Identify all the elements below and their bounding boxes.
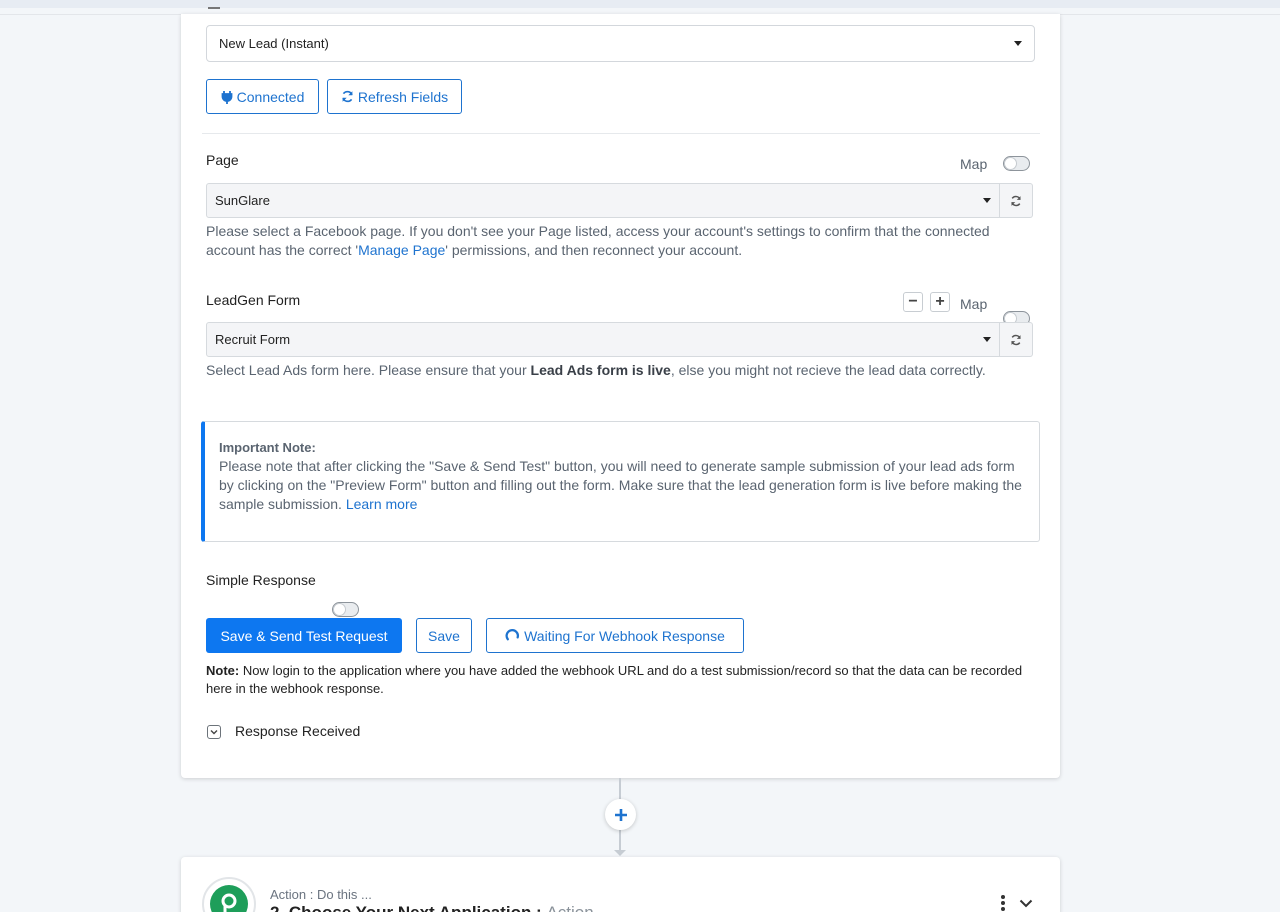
page-label: Page <box>206 152 239 168</box>
page-help-after: ' permissions, and then reconnect your a… <box>445 242 743 258</box>
clipped-label-fragment <box>208 1 220 9</box>
plus-icon: + <box>935 293 945 310</box>
page-map-toggle[interactable] <box>1003 156 1030 171</box>
app-logo <box>202 877 256 912</box>
important-note-content: Important Note: Please note that after c… <box>219 438 1031 514</box>
page-map-label: Map <box>960 156 988 172</box>
chevron-down-icon <box>983 198 991 203</box>
page-refresh-button[interactable] <box>1000 183 1033 218</box>
logo-mark-icon <box>221 893 237 912</box>
waiting-webhook-label: Waiting For Webhook Response <box>524 627 725 644</box>
leadgen-form-value: Recruit Form <box>215 332 291 347</box>
leadgen-help-after: , else you might not recieve the lead da… <box>670 362 986 378</box>
connected-button[interactable]: Connected <box>206 79 319 114</box>
flow-connector-top <box>619 778 621 799</box>
webhook-note-bold: Note: <box>206 663 240 678</box>
refresh-icon <box>342 90 353 103</box>
waiting-webhook-button[interactable]: Waiting For Webhook Response <box>486 618 744 653</box>
remove-field-button[interactable]: − <box>903 292 923 312</box>
add-step-button[interactable] <box>605 799 636 830</box>
leadgen-form-label: LeadGen Form <box>206 292 301 308</box>
simple-response-label: Simple Response <box>206 572 316 588</box>
next-step-title-muted: Action <box>546 903 593 912</box>
page-select-value: SunGlare <box>215 193 270 208</box>
manage-page-link[interactable]: Manage Page <box>358 242 445 258</box>
chevron-down-icon <box>1014 41 1022 46</box>
pabbly-logo-icon <box>210 885 248 912</box>
leadgen-help-bold: Lead Ads form is live <box>530 362 671 378</box>
refresh-icon <box>1011 195 1021 206</box>
leadgen-help-before: Select Lead Ads form here. Please ensure… <box>206 362 531 378</box>
leadgen-map-label: Map <box>960 296 988 312</box>
learn-more-link[interactable]: Learn more <box>346 496 418 512</box>
trigger-config-card: New Lead (Instant) Connected Refresh Fie… <box>181 7 1060 778</box>
plus-icon <box>614 808 627 821</box>
webhook-note-text: Now login to the application where you h… <box>206 663 1023 696</box>
leadgen-form-select[interactable]: Recruit Form <box>206 322 1000 357</box>
section-divider <box>202 133 1040 134</box>
next-step-title: 2. Choose Your Next Application : Action <box>270 903 594 912</box>
page-help-text: Please select a Facebook page. If you do… <box>206 222 996 260</box>
save-button[interactable]: Save <box>416 618 472 653</box>
chevron-down-icon[interactable] <box>1019 899 1033 908</box>
spinner-icon <box>505 629 520 641</box>
trigger-event-select[interactable]: New Lead (Instant) <box>206 25 1035 62</box>
chevron-down-icon <box>210 730 218 735</box>
response-received-expand[interactable] <box>207 725 221 739</box>
next-action-card[interactable]: Action : Do this ... 2. Choose Your Next… <box>181 857 1060 912</box>
leadgen-help-text: Select Lead Ads form here. Please ensure… <box>206 361 1046 380</box>
next-step-subtitle: Action : Do this ... <box>270 887 372 902</box>
trigger-event-value: New Lead (Instant) <box>219 36 329 51</box>
chevron-down-icon <box>983 337 991 342</box>
important-note-box: Important Note: Please note that after c… <box>201 421 1040 542</box>
simple-response-toggle[interactable] <box>332 602 359 617</box>
important-note-body: Please note that after clicking the "Sav… <box>219 458 1022 512</box>
leadgen-refresh-button[interactable] <box>1000 322 1033 357</box>
add-field-button[interactable]: + <box>930 292 950 312</box>
next-step-title-main: 2. Choose Your Next Application : <box>270 903 546 912</box>
flow-connector-bottom <box>619 830 621 850</box>
minus-icon: − <box>908 293 918 310</box>
browser-top-bar <box>0 0 1280 8</box>
webhook-note: Note: Now login to the application where… <box>206 662 1046 698</box>
important-note-title: Important Note: <box>219 440 316 455</box>
response-received-label: Response Received <box>235 723 361 739</box>
page-select[interactable]: SunGlare <box>206 183 1000 218</box>
kebab-menu-icon[interactable] <box>1001 895 1007 911</box>
save-send-test-button[interactable]: Save & Send Test Request <box>206 618 402 653</box>
save-send-test-label: Save & Send Test Request <box>220 627 388 644</box>
refresh-icon <box>1011 334 1021 345</box>
plug-icon <box>221 90 233 104</box>
connected-label: Connected <box>236 88 305 105</box>
flow-arrow-icon <box>614 850 626 856</box>
save-label: Save <box>428 627 460 644</box>
refresh-fields-label: Refresh Fields <box>357 88 449 105</box>
refresh-fields-button[interactable]: Refresh Fields <box>327 79 462 114</box>
